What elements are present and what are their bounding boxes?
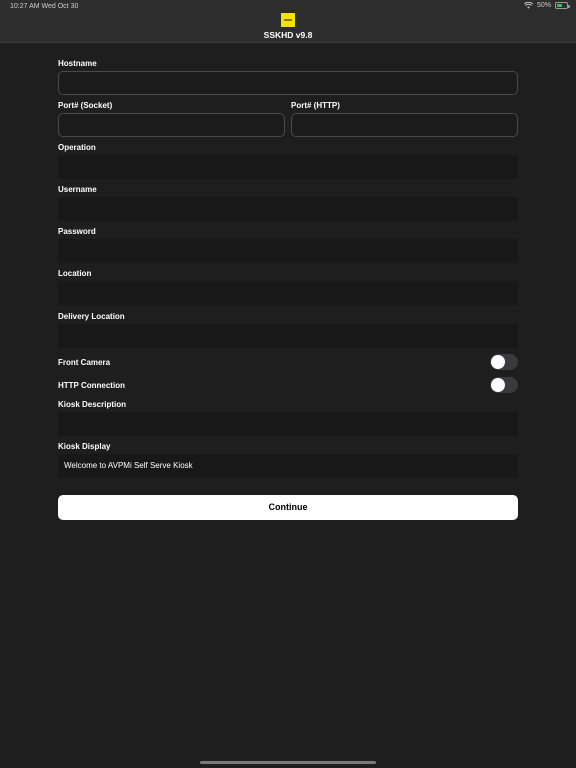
kiosk-display-label: Kiosk Display — [58, 442, 111, 451]
toggle-knob — [491, 378, 505, 392]
front-camera-label: Front Camera — [58, 358, 111, 367]
http-connection-label: HTTP Connection — [58, 381, 125, 390]
kiosk-display-input[interactable]: Welcome to AVPMi Self Serve Kiosk — [58, 454, 518, 478]
password-label: Password — [58, 227, 96, 236]
delivery-location-input[interactable] — [58, 324, 518, 348]
status-indicators: 50% — [523, 2, 570, 9]
username-input[interactable] — [58, 197, 518, 221]
status-time: 10:27 AM Wed Oct 30 — [10, 3, 79, 10]
kiosk-description-label: Kiosk Description — [58, 400, 127, 409]
hostname-label: Hostname — [58, 59, 97, 68]
location-input[interactable] — [58, 281, 518, 305]
delivery-location-label: Delivery Location — [58, 312, 125, 321]
password-input[interactable] — [58, 239, 518, 263]
port-http-input[interactable] — [291, 113, 518, 137]
port-socket-label: Port# (Socket) — [58, 101, 113, 110]
navigation-bar: 10:27 AM Wed Oct 30 50% SSKHD v9.8 — [0, 0, 576, 43]
continue-button[interactable]: Continue — [58, 495, 518, 520]
toggle-knob — [491, 355, 505, 369]
port-socket-input[interactable] — [58, 113, 285, 137]
location-label: Location — [58, 269, 92, 278]
battery-level — [557, 4, 562, 7]
battery-icon — [555, 2, 570, 9]
app-logo-icon — [281, 13, 295, 27]
battery-percent: 50% — [536, 2, 551, 9]
kiosk-description-input[interactable] — [58, 412, 518, 436]
wifi-icon — [523, 2, 533, 9]
http-connection-toggle[interactable] — [490, 377, 518, 393]
operation-input[interactable] — [58, 155, 518, 179]
port-http-label: Port# (HTTP) — [291, 101, 340, 110]
hostname-input[interactable] — [58, 71, 518, 95]
operation-label: Operation — [58, 143, 96, 152]
status-bar: 10:27 AM Wed Oct 30 50% — [0, 0, 576, 14]
app-title: SSKHD v9.8 — [263, 30, 313, 40]
username-label: Username — [58, 185, 97, 194]
home-indicator — [200, 761, 376, 764]
settings-screen: 10:27 AM Wed Oct 30 50% SSKHD v9.8 Hostn… — [0, 0, 576, 768]
front-camera-toggle[interactable] — [490, 354, 518, 370]
